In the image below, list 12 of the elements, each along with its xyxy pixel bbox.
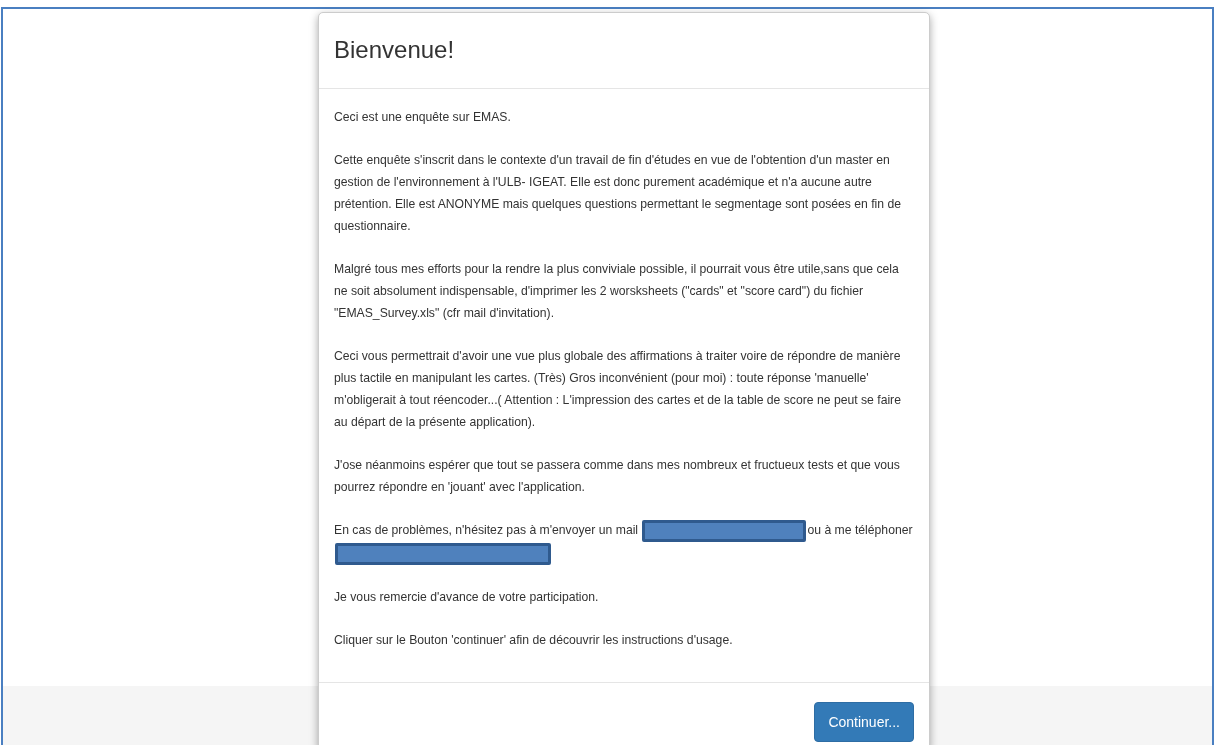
paragraph-text: Je vous remercie d'avance de votre participation. (334, 589, 599, 604)
paragraph-text: Ceci est une enquête sur EMAS. (334, 110, 511, 124)
dialog-title: Bienvenue! (334, 35, 456, 65)
continue-button[interactable]: Continuer... (814, 701, 914, 742)
paragraph-text: Cette enquête s'inscrit dans le contexte d'un travail de fin d'études en vue de l'obtention d'un master en gestion de l'environnement à l'ULB- IGEAT. Elle est donc purement académique et n'a aucune autre prétention. Elle est ANONYME mais quelques questions permettant le segmentage sont posées en fin de questionnaire. (334, 153, 902, 233)
paragraph-text: ou à me (807, 523, 852, 537)
paragraph-text: J'ose néanmoins espérer que tout se passera comme dans mes nombreux et fructueux tests et que vous pourrez répondre en 'jouant' avec l'application. (334, 458, 900, 494)
paragraph-text: téléphoner (854, 523, 913, 537)
paragraph-text: En cas de problèmes, n'hésitez pas à m'envoyer un mail (334, 523, 639, 537)
paragraph-text: Ceci vous permettrait d'avoir une vue plus globale des affirmations à traiter voire de répondre de manière plus tactile en manipulant les cartes. (Très) Gros inconvénient (pour moi) : toute réponse 'manuelle' m'obligerait à tout réencoder...( Attention : L'impression des cartes et de la table de score ne peut se faire au départ de la présente application). (334, 349, 901, 429)
paragraph-text: Malgré tous mes efforts pour la rendre la plus conviviale possible, il pourrait vous être utile,sans que cela ne soit absolument indispensable, d'imprimer les 2 worsksheets ("cards" et "score card") du fichier "EMAS_Survey.xls" (cfr mail d'invitation). (334, 262, 899, 320)
paragraph-text: Cliquer sur le Bouton 'continuer' afin de découvrir les instructions d'usage. (334, 632, 733, 647)
